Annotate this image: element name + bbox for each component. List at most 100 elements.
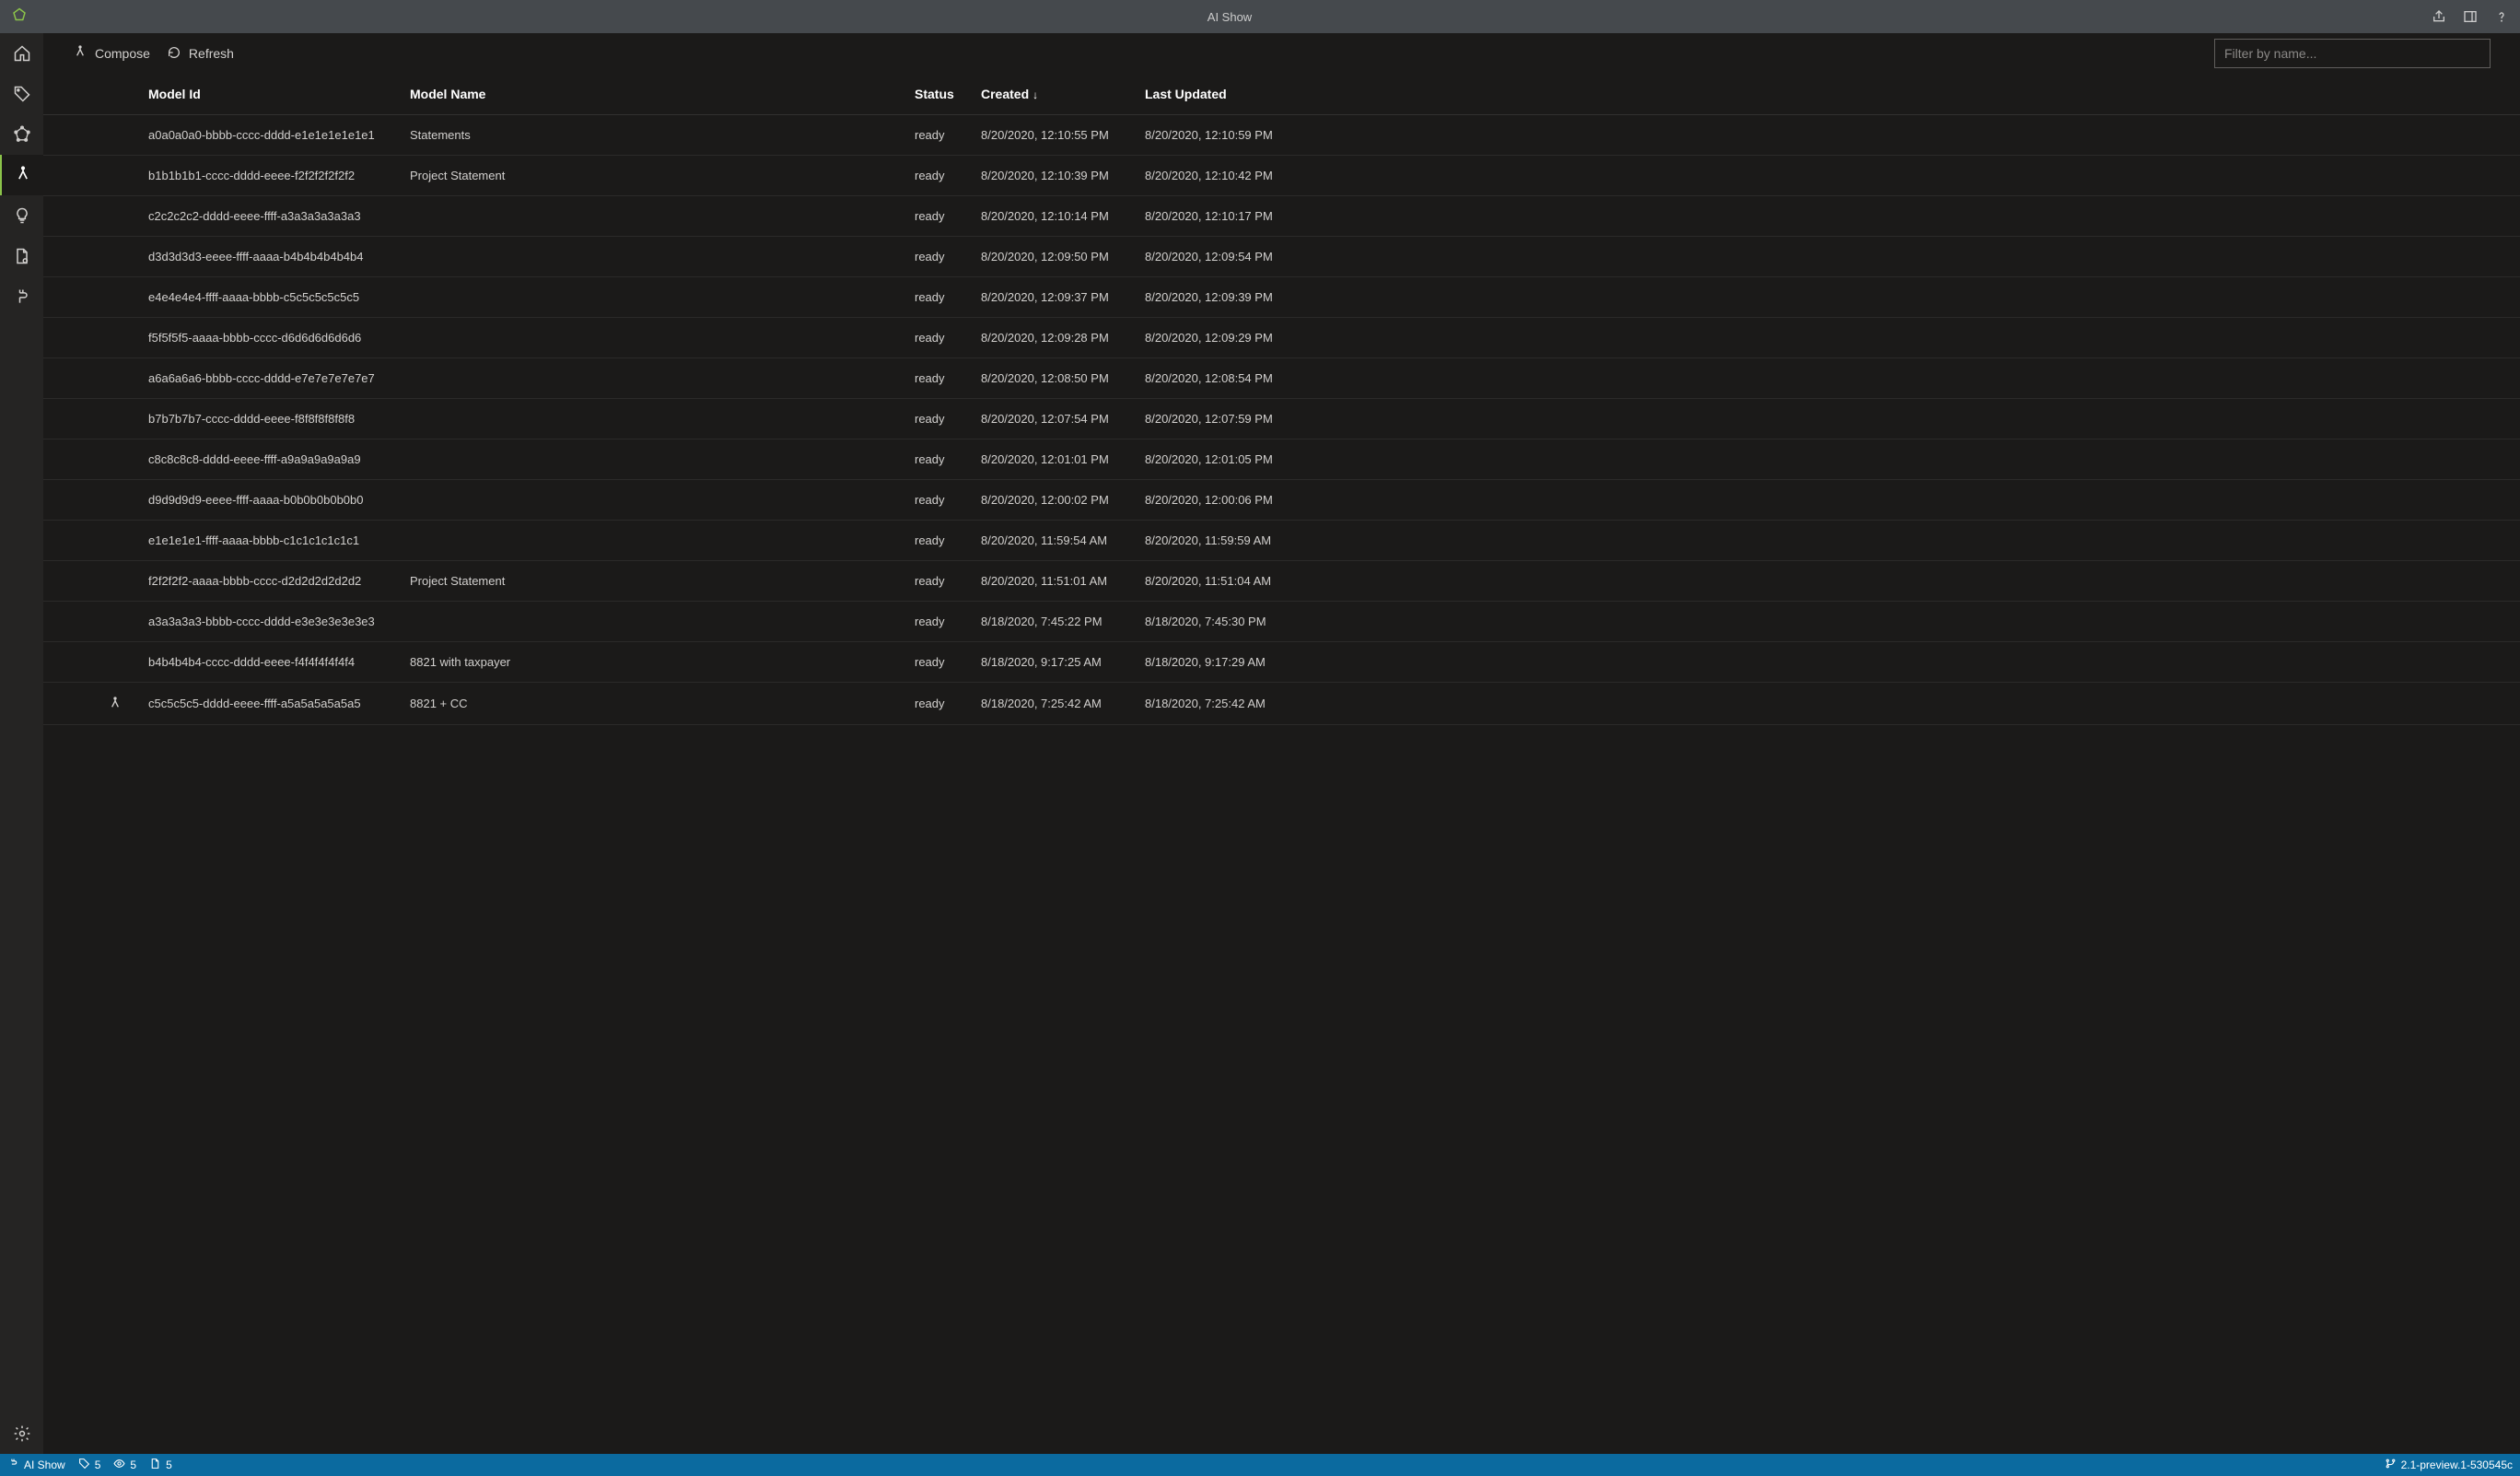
table-row[interactable]: c2c2c2c2-dddd-eeee-ffff-a3a3a3a3a3a3read… <box>43 196 2520 237</box>
help-icon[interactable] <box>2494 9 2509 24</box>
status-views[interactable]: 5 <box>113 1458 136 1472</box>
status-project-label: AI Show <box>24 1458 65 1471</box>
table-row[interactable]: c8c8c8c8-dddd-eeee-ffff-a9a9a9a9a9a9read… <box>43 439 2520 480</box>
cell-status: ready <box>905 521 972 561</box>
cell-model-name <box>401 602 905 642</box>
status-tags[interactable]: 5 <box>78 1458 101 1472</box>
cell-updated: 8/20/2020, 12:00:06 PM <box>1136 480 1300 521</box>
cell-status: ready <box>905 358 972 399</box>
table-row[interactable]: b4b4b4b4-cccc-dddd-eeee-f4f4f4f4f4f48821… <box>43 642 2520 683</box>
cell-created: 8/18/2020, 7:45:22 PM <box>972 602 1136 642</box>
table-row[interactable]: d9d9d9d9-eeee-ffff-aaaa-b0b0b0b0b0b0 read… <box>43 480 2520 521</box>
status-tags-count: 5 <box>95 1458 101 1471</box>
sidebar-item-tags[interactable] <box>0 74 43 114</box>
cell-created: 8/18/2020, 7:25:42 AM <box>972 683 1136 725</box>
cell-created: 8/20/2020, 12:08:50 PM <box>972 358 1136 399</box>
sidebar-item-connections[interactable] <box>0 276 43 317</box>
sidebar-item-home[interactable] <box>0 33 43 74</box>
filter-input[interactable] <box>2214 39 2491 68</box>
cell-status: ready <box>905 642 972 683</box>
cell-model-id: c8c8c8c8-dddd-eeee-ffff-a9a9a9a9a9a9 <box>139 439 401 480</box>
table-row[interactable]: a0a0a0a0-bbbb-cccc-dddd-e1e1e1e1e1e1Stat… <box>43 115 2520 156</box>
col-header-model-name[interactable]: Model Name <box>401 74 905 115</box>
cell-model-name <box>401 521 905 561</box>
cell-status: ready <box>905 399 972 439</box>
table-row[interactable]: d3d3d3d3-eeee-ffff-aaaa-b4b4b4b4b4b4read… <box>43 237 2520 277</box>
titlebar: AI Show <box>0 0 2520 33</box>
panel-icon[interactable] <box>2463 9 2478 24</box>
refresh-button[interactable]: Refresh <box>167 45 234 63</box>
table-row[interactable]: e4e4e4e4-ffff-aaaa-bbbb-c5c5c5c5c5c5read… <box>43 277 2520 318</box>
cell-model-id: d9d9d9d9-eeee-ffff-aaaa-b0b0b0b0b0b0 <box>139 480 401 521</box>
refresh-button-label: Refresh <box>189 46 234 61</box>
cell-updated: 8/20/2020, 12:10:59 PM <box>1136 115 1300 156</box>
col-header-last-updated[interactable]: Last Updated <box>1136 74 1300 115</box>
cell-model-id: e1e1e1e1-ffff-aaaa-bbbb-c1c1c1c1c1c1 <box>139 521 401 561</box>
cell-model-name <box>401 318 905 358</box>
status-views-count: 5 <box>130 1458 136 1471</box>
cell-status: ready <box>905 602 972 642</box>
cell-status: ready <box>905 156 972 196</box>
status-docs-count: 5 <box>166 1458 172 1471</box>
table-row[interactable]: a6a6a6a6-bbbb-cccc-dddd-e7e7e7e7e7e7 read… <box>43 358 2520 399</box>
cell-status: ready <box>905 115 972 156</box>
cell-model-name <box>401 237 905 277</box>
cell-model-name <box>401 480 905 521</box>
sidebar-item-insights[interactable] <box>0 195 43 236</box>
cell-updated: 8/20/2020, 12:10:42 PM <box>1136 156 1300 196</box>
cell-status: ready <box>905 480 972 521</box>
cell-status: ready <box>905 561 972 602</box>
table-row[interactable]: a3a3a3a3-bbbb-cccc-dddd-e3e3e3e3e3e3 read… <box>43 602 2520 642</box>
sidebar-item-compose[interactable] <box>0 155 43 195</box>
cell-model-name: Project Statement <box>401 561 905 602</box>
cell-updated: 8/20/2020, 12:07:59 PM <box>1136 399 1300 439</box>
cell-model-id: a6a6a6a6-bbbb-cccc-dddd-e7e7e7e7e7e7 <box>139 358 401 399</box>
cell-model-id: f2f2f2f2-aaaa-bbbb-cccc-d2d2d2d2d2d2 <box>139 561 401 602</box>
cell-updated: 8/18/2020, 9:17:29 AM <box>1136 642 1300 683</box>
cell-created: 8/20/2020, 12:09:37 PM <box>972 277 1136 318</box>
table-row[interactable]: b7b7b7b7-cccc-dddd-eeee-f8f8f8f8f8f8 read… <box>43 399 2520 439</box>
cell-updated: 8/20/2020, 12:01:05 PM <box>1136 439 1300 480</box>
window-title: AI Show <box>28 10 2432 24</box>
cell-model-id: b7b7b7b7-cccc-dddd-eeee-f8f8f8f8f8f8 <box>139 399 401 439</box>
cell-model-id: a0a0a0a0-bbbb-cccc-dddd-e1e1e1e1e1e1 <box>139 115 401 156</box>
cell-model-id: a3a3a3a3-bbbb-cccc-dddd-e3e3e3e3e3e3 <box>139 602 401 642</box>
cell-model-name <box>401 358 905 399</box>
sort-descending-icon: ↓ <box>1032 88 1038 101</box>
statusbar: AI Show 5 5 5 2.1-preview.1-530545c <box>0 1454 2520 1476</box>
cell-created: 8/20/2020, 12:10:55 PM <box>972 115 1136 156</box>
col-header-status[interactable]: Status <box>905 74 972 115</box>
sidebar-item-network[interactable] <box>0 114 43 155</box>
table-row[interactable]: b1b1b1b1-cccc-dddd-eeee-f2f2f2f2f2f2Proj… <box>43 156 2520 196</box>
table-row[interactable]: e1e1e1e1-ffff-aaaa-bbbb-c1c1c1c1c1c1 read… <box>43 521 2520 561</box>
plug-icon <box>7 1458 19 1472</box>
models-table-scroll[interactable]: Model Id Model Name Status Created↓ Last… <box>43 74 2520 1454</box>
table-row[interactable]: f2f2f2f2-aaaa-bbbb-cccc-d2d2d2d2d2d2Proj… <box>43 561 2520 602</box>
composed-model-icon <box>108 697 122 711</box>
cell-updated: 8/20/2020, 11:59:59 AM <box>1136 521 1300 561</box>
toolbar: Compose Refresh <box>43 33 2520 74</box>
cell-created: 8/20/2020, 11:51:01 AM <box>972 561 1136 602</box>
status-version[interactable]: 2.1-preview.1-530545c <box>2385 1458 2513 1472</box>
cell-updated: 8/18/2020, 7:25:42 AM <box>1136 683 1300 725</box>
status-project[interactable]: AI Show <box>7 1458 65 1472</box>
cell-model-id: b4b4b4b4-cccc-dddd-eeee-f4f4f4f4f4f4 <box>139 642 401 683</box>
cell-model-name: 8821 with taxpayer <box>401 642 905 683</box>
cell-status: ready <box>905 237 972 277</box>
branch-icon <box>2385 1458 2397 1472</box>
cell-model-name <box>401 439 905 480</box>
col-header-created[interactable]: Created↓ <box>972 74 1136 115</box>
col-header-model-id[interactable]: Model Id <box>139 74 401 115</box>
table-row[interactable]: c5c5c5c5-dddd-eeee-ffff-a5a5a5a5a5a58821… <box>43 683 2520 725</box>
cell-created: 8/20/2020, 12:09:28 PM <box>972 318 1136 358</box>
share-icon[interactable] <box>2432 9 2446 24</box>
compose-button-label: Compose <box>95 46 150 61</box>
sidebar-item-document[interactable] <box>0 236 43 276</box>
merge-icon <box>73 45 88 63</box>
compose-button[interactable]: Compose <box>73 45 150 63</box>
cell-status: ready <box>905 318 972 358</box>
table-row[interactable]: f5f5f5f5-aaaa-bbbb-cccc-d6d6d6d6d6d6read… <box>43 318 2520 358</box>
cell-created: 8/20/2020, 12:01:01 PM <box>972 439 1136 480</box>
status-docs[interactable]: 5 <box>149 1458 172 1472</box>
sidebar-item-settings[interactable] <box>0 1413 43 1454</box>
